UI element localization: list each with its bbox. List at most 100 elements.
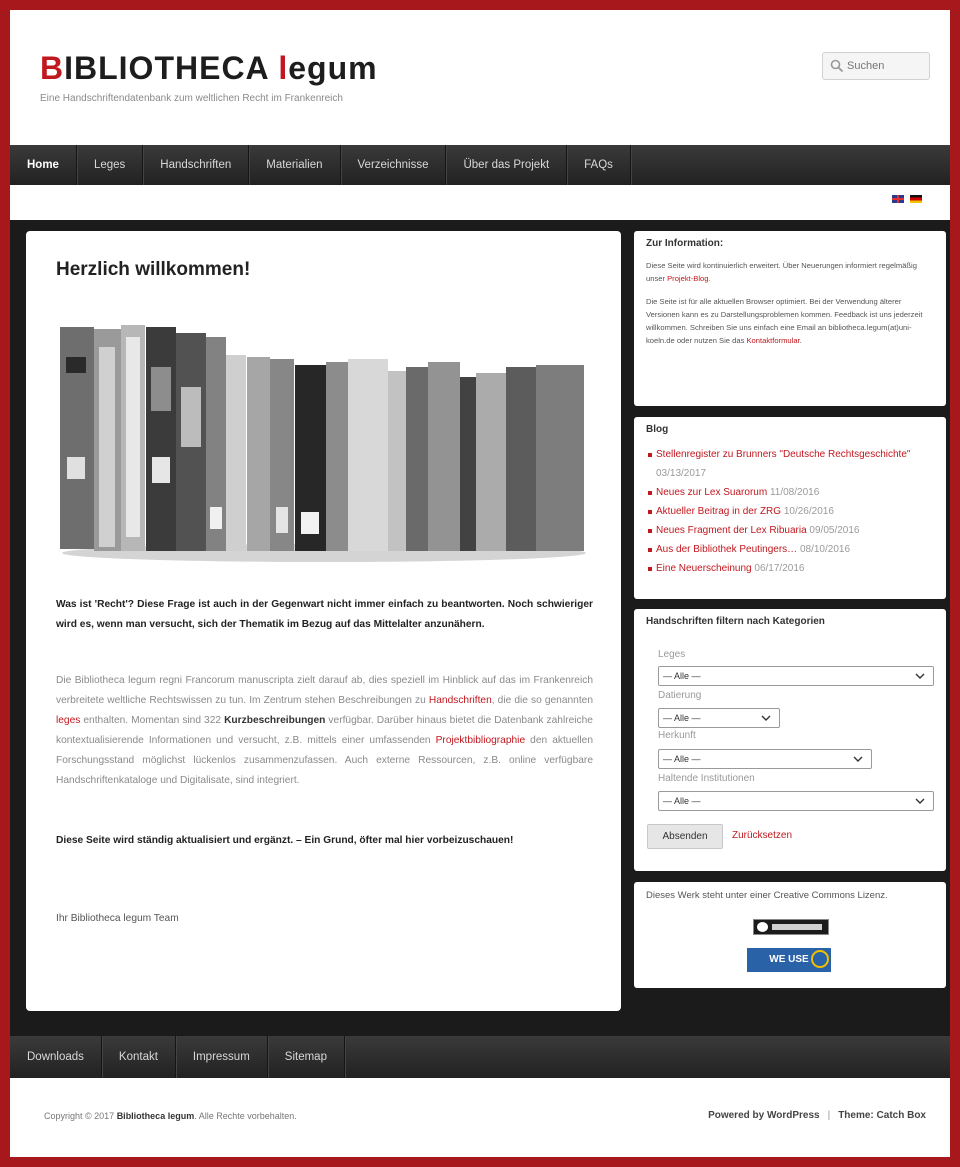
herkunft-select[interactable]: — Alle — (658, 749, 872, 769)
leges-select-value: — Alle — (663, 671, 701, 681)
language-bar (10, 185, 950, 220)
main-content: Herzlich willkommen! Was ist 'Recht'? Di… (26, 231, 621, 1011)
info-text: Diese Seite wird kontinuierlich erweiter… (634, 259, 946, 285)
blog-post: Aus der Bibliothek Peutingers… 08/10/201… (648, 540, 932, 559)
description-text: , die die so genannten (491, 695, 594, 706)
nav-item-about[interactable]: Über das Projekt (446, 145, 568, 185)
blog-post-link[interactable]: Stellenregister zu Brunners "Deutsche Re… (656, 449, 910, 460)
blog-post-date: 10/26/2016 (783, 506, 834, 517)
nav-item-home[interactable]: Home (10, 145, 77, 185)
chevron-down-icon (915, 673, 925, 679)
leges-label: Leges (658, 649, 686, 660)
nav-item-materialien[interactable]: Materialien (249, 145, 341, 185)
theme-link[interactable]: Theme: Catch Box (838, 1110, 926, 1121)
site-title-accent: l (278, 50, 289, 86)
footer-nav-downloads[interactable]: Downloads (10, 1036, 102, 1078)
copyright-site-name[interactable]: Bibliotheca legum (117, 1111, 195, 1121)
nav-item-leges[interactable]: Leges (77, 145, 144, 185)
nav-item-handschriften[interactable]: Handschriften (143, 145, 250, 185)
blog-post-date: 09/05/2016 (809, 525, 860, 536)
blog-post-link[interactable]: Aktueller Beitrag in der ZRG (656, 506, 781, 517)
copyright-text: . Alle Rechte vorbehalten. (194, 1111, 297, 1121)
site-title-initial: B (40, 50, 65, 86)
site-title[interactable]: BIBLIOTHECA legum (40, 52, 378, 84)
blog-post-link[interactable]: Aus der Bibliothek Peutingers… (656, 544, 797, 555)
info-widget-title: Zur Information: (646, 238, 724, 249)
site-header: BIBLIOTHECA legum Eine Handschriftendate… (10, 10, 950, 145)
main-nav: Home Leges Handschriften Materialien Ver… (10, 145, 950, 185)
leges-link[interactable]: leges (56, 715, 80, 726)
site-footer: Copyright © 2017 Bibliotheca legum. Alle… (10, 1078, 950, 1157)
blog-post: Aktueller Beitrag in der ZRG 10/26/2016 (648, 502, 932, 521)
info-text-part: . (799, 336, 802, 345)
update-paragraph: Diese Seite wird ständig aktualisiert un… (56, 835, 514, 846)
powered-by-link[interactable]: Powered by WordPress (708, 1110, 820, 1121)
description-strong: Kurzbeschreibungen (224, 715, 326, 726)
footer-nav-impressum[interactable]: Impressum (176, 1036, 268, 1078)
site-title-part: IBLIOTHECA (64, 50, 279, 86)
license-widget: Dieses Werk steht unter einer Creative C… (634, 882, 946, 988)
handschriften-link[interactable]: Handschriften (429, 695, 492, 706)
blog-post-date: 11/08/2016 (769, 487, 820, 498)
herkunft-label: Herkunft (658, 730, 696, 741)
search-icon (830, 59, 844, 73)
blog-post-date: 06/17/2016 (754, 563, 805, 574)
english-flag-icon[interactable] (892, 195, 904, 203)
german-flag-icon[interactable] (910, 195, 922, 203)
separator: | (827, 1110, 831, 1121)
footer-nav-kontakt[interactable]: Kontakt (102, 1036, 176, 1078)
blog-post-link[interactable]: Eine Neuerscheinung (656, 563, 752, 574)
info-text-part: . (708, 274, 711, 283)
blog-post: Neues zur Lex Suarorum 11/08/2016 (648, 483, 932, 502)
project-blog-link[interactable]: Projekt-Blog (667, 274, 708, 283)
chevron-down-icon (915, 798, 925, 804)
submit-button[interactable]: Absenden (647, 824, 723, 849)
blog-post-date: 08/10/2016 (799, 544, 851, 555)
blog-widget-title: Blog (646, 424, 669, 435)
blog-post-link[interactable]: Neues Fragment der Lex Ribuaria (656, 525, 807, 536)
blog-post-link[interactable]: Neues zur Lex Suarorum (656, 487, 767, 498)
intro-paragraph: Was ist 'Recht'? Diese Frage ist auch in… (56, 599, 593, 630)
site-title-end: egum (288, 50, 378, 86)
blog-post: Neues Fragment der Lex Ribuaria 09/05/20… (648, 521, 932, 540)
filter-widget: Handschriften filtern nach Kategorien Le… (634, 609, 946, 871)
info-widget: Zur Information: Diese Seite wird kontin… (634, 231, 946, 406)
leges-select[interactable]: — Alle — (658, 666, 934, 686)
cc-label-icon (772, 924, 822, 930)
we-use-badge[interactable]: WE USE (747, 948, 831, 972)
datierung-select[interactable]: — Alle — (658, 708, 780, 728)
filter-widget-title: Handschriften filtern nach Kategorien (646, 616, 825, 627)
herkunft-select-value: — Alle — (663, 754, 701, 764)
blog-post: Stellenregister zu Brunners "Deutsche Re… (648, 445, 932, 483)
powered-by: Powered by WordPress | Theme: Catch Box (708, 1110, 926, 1121)
datierung-select-value: — Alle — (663, 713, 701, 723)
chevron-down-icon (761, 715, 771, 721)
datierung-label: Datierung (658, 690, 702, 701)
contact-form-link[interactable]: Kontaktformular (746, 336, 799, 345)
footer-nav: Downloads Kontakt Impressum Sitemap (10, 1036, 950, 1078)
haltende-label: Haltende Institutionen (658, 773, 755, 784)
reset-link[interactable]: Zurücksetzen (732, 830, 792, 841)
blog-post: Eine Neuerscheinung 06/17/2016 (648, 559, 932, 578)
nav-item-faqs[interactable]: FAQs (567, 145, 631, 185)
footer-nav-sitemap[interactable]: Sitemap (268, 1036, 345, 1078)
blog-widget: Blog Stellenregister zu Brunners "Deutsc… (634, 417, 946, 599)
site-description: Eine Handschriftendatenbank zum weltlich… (40, 93, 343, 104)
nav-item-verzeichnisse[interactable]: Verzeichnisse (341, 145, 447, 185)
description-text: enthalten. Momentan sind 322 (80, 715, 225, 726)
books-image (54, 307, 594, 569)
license-text: Dieses Werk steht unter einer Creative C… (646, 890, 888, 901)
blog-list: Stellenregister zu Brunners "Deutsche Re… (634, 445, 946, 578)
bibliography-link[interactable]: Projektbibliographie (436, 735, 525, 746)
description-paragraph: Die Bibliotheca legum regni Francorum ma… (56, 671, 593, 791)
chevron-down-icon (853, 756, 863, 762)
page-title: Herzlich willkommen! (56, 259, 251, 280)
signature-paragraph: Ihr Bibliotheca legum Team (56, 913, 179, 924)
page: BIBLIOTHECA legum Eine Handschriftendate… (10, 10, 950, 1157)
blog-post-date: 03/13/2017 (656, 468, 707, 479)
haltende-select[interactable]: — Alle — (658, 791, 934, 811)
creative-commons-badge-icon[interactable] (753, 919, 829, 935)
copyright: Copyright © 2017 Bibliotheca legum. Alle… (44, 1111, 297, 1121)
copyright-text: Copyright © 2017 (44, 1111, 117, 1121)
info-text: Die Seite ist für alle aktuellen Browser… (634, 295, 946, 347)
